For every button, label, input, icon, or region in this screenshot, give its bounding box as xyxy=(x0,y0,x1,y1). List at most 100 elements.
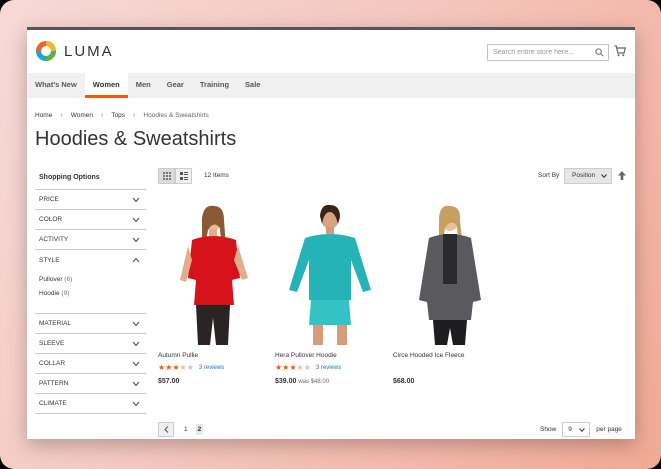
sort-direction-arrow-icon[interactable] xyxy=(618,171,626,180)
main-nav: What's New Women Men Gear Training Sale xyxy=(27,73,635,98)
filter-label: PRICE xyxy=(39,196,59,203)
limiter-select[interactable]: 9 xyxy=(562,422,591,437)
store-name: LUMA xyxy=(64,42,114,60)
chevron-down-icon xyxy=(132,321,140,326)
reviews-link[interactable]: 3 reviews xyxy=(199,365,224,371)
pants-shape xyxy=(196,305,230,345)
product-image[interactable] xyxy=(275,200,385,345)
option-count: (6) xyxy=(64,276,73,283)
star-icon: ★ xyxy=(296,363,304,372)
star-icon: ★ xyxy=(165,363,173,372)
product-item[interactable]: Hera Pullover Hoodie ★ ★ ★ ★ ★ 3 reviews… xyxy=(275,200,385,385)
product-price: $39.00 was $48.00 xyxy=(275,378,385,385)
filter-pattern[interactable]: PATTERN xyxy=(35,374,146,394)
filter-option-hoodie[interactable]: Hoodie (9) xyxy=(39,290,146,297)
filter-price[interactable]: PRICE xyxy=(35,190,146,210)
star-icon: ★ xyxy=(303,363,311,372)
pagination: 1 2 xyxy=(158,422,204,437)
nav-item-gear[interactable]: Gear xyxy=(159,73,192,98)
list-icon xyxy=(179,172,188,180)
price-value: $39.00 xyxy=(275,378,297,385)
star-icon: ★ xyxy=(172,363,180,372)
store-logo[interactable]: LUMA xyxy=(35,40,114,62)
breadcrumb-women[interactable]: Women xyxy=(71,112,93,119)
product-price: $57.00 xyxy=(158,378,268,385)
previous-page-button[interactable] xyxy=(158,422,174,437)
star-icon: ★ xyxy=(179,363,187,372)
price-value: $57.00 xyxy=(158,378,180,385)
filter-climate[interactable]: CLIMATE xyxy=(35,394,146,414)
sort-label: Sort By xyxy=(538,172,560,179)
product-rating: ★ ★ ★ ★ ★ 3 reviews xyxy=(275,364,385,372)
chevron-left-icon xyxy=(163,426,168,433)
star-icon: ★ xyxy=(282,363,290,372)
per-page-label: per page xyxy=(596,426,622,433)
option-count: (9) xyxy=(61,290,70,297)
filter-label: SLEEVE xyxy=(39,340,65,347)
breadcrumb-tops[interactable]: Tops xyxy=(111,112,125,119)
search-input[interactable] xyxy=(488,49,592,56)
browser-window: LUMA What's New Women Men Gear Training … xyxy=(27,27,635,439)
breadcrumb-home[interactable]: Home xyxy=(35,112,52,119)
nav-item-training[interactable]: Training xyxy=(192,73,237,98)
filter-label: PATTERN xyxy=(39,380,69,387)
filter-color[interactable]: COLOR xyxy=(35,210,146,230)
style-options: Pullover (6) Hoodie (9) xyxy=(35,270,146,314)
page-link-1[interactable]: 1 xyxy=(184,426,188,433)
shirt-shape xyxy=(289,234,371,300)
chevron-down-icon xyxy=(132,341,140,346)
filter-label: ACTIVITY xyxy=(39,236,69,243)
star-icon: ★ xyxy=(289,363,297,372)
grid-view-button[interactable] xyxy=(158,168,175,184)
filter-sleeve[interactable]: SLEEVE xyxy=(35,334,146,354)
filter-collar[interactable]: COLLAR xyxy=(35,354,146,374)
limiter: Show 9 per page xyxy=(540,422,622,437)
chevron-down-icon xyxy=(132,381,140,386)
product-item[interactable]: Circe Hooded Ice Fleece $68.00 xyxy=(393,200,503,385)
product-image[interactable] xyxy=(158,200,268,345)
breadcrumb-current: Hoodies & Sweatshirts xyxy=(143,112,209,119)
filter-option-pullover[interactable]: Pullover (6) xyxy=(39,276,146,283)
product-rating: ★ ★ ★ ★ ★ 3 reviews xyxy=(158,364,268,372)
limiter-value: 9 xyxy=(568,426,572,433)
reviews-link[interactable]: 3 reviews xyxy=(316,365,341,371)
pants-shape xyxy=(433,320,467,345)
star-icon: ★ xyxy=(158,363,166,372)
chevron-down-icon xyxy=(132,237,140,242)
items-count: 12 Items xyxy=(204,172,229,179)
nav-item-men[interactable]: Men xyxy=(128,73,159,98)
product-image[interactable] xyxy=(393,200,503,345)
nav-item-women[interactable]: Women xyxy=(84,73,128,98)
filter-activity[interactable]: ACTIVITY xyxy=(35,230,146,250)
breadcrumb: Home › Women › Tops › Hoodies & Sweatshi… xyxy=(35,112,209,119)
product-name[interactable]: Hera Pullover Hoodie xyxy=(275,352,385,359)
star-icon: ★ xyxy=(186,363,194,372)
search-box xyxy=(487,44,609,61)
chevron-down-icon xyxy=(132,217,140,222)
filter-label: MATERIAL xyxy=(39,320,72,327)
nav-item-sale[interactable]: Sale xyxy=(237,73,268,98)
product-name[interactable]: Circe Hooded Ice Fleece xyxy=(393,352,503,359)
filter-style[interactable]: STYLE xyxy=(35,250,146,270)
filter-material[interactable]: MATERIAL xyxy=(35,314,146,334)
product-item[interactable]: Autumn Pullie ★ ★ ★ ★ ★ 3 reviews $57.00 xyxy=(158,200,268,385)
chevron-down-icon xyxy=(132,401,140,406)
product-price: $68.00 xyxy=(393,378,503,385)
list-view-button[interactable] xyxy=(175,168,192,184)
old-price: was $48.00 xyxy=(298,379,330,385)
nav-item-whats-new[interactable]: What's New xyxy=(27,73,85,98)
breadcrumb-separator-icon: › xyxy=(133,112,136,119)
filter-sidebar: Shopping Options PRICE COLOR ACTIVITY ST… xyxy=(35,166,146,414)
chevron-down-icon xyxy=(601,174,607,178)
filter-label: STYLE xyxy=(39,256,60,264)
search-icon[interactable] xyxy=(595,48,604,57)
breadcrumb-separator-icon: › xyxy=(60,112,63,119)
luma-logo-icon xyxy=(36,41,56,61)
chevron-down-icon xyxy=(132,361,140,366)
sort-value: Position xyxy=(572,172,596,179)
breadcrumb-separator-icon: › xyxy=(100,112,104,119)
pants-shape xyxy=(309,300,351,325)
product-name[interactable]: Autumn Pullie xyxy=(158,352,268,359)
cart-icon[interactable] xyxy=(614,45,626,57)
sort-select[interactable]: Position xyxy=(564,168,612,184)
